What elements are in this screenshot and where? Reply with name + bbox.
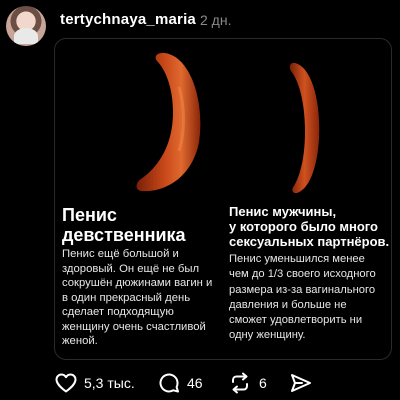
share-button[interactable] bbox=[289, 366, 313, 400]
post-time: 2 дн. bbox=[200, 12, 232, 28]
comment-icon bbox=[159, 373, 179, 393]
heart-icon bbox=[55, 373, 77, 393]
post-actions: 5,3 тыс. 46 6 bbox=[0, 366, 400, 400]
like-button[interactable]: 5,3 тыс. bbox=[54, 366, 135, 400]
right-title: Пенис мужчины, у которого было много сек… bbox=[229, 204, 390, 249]
left-title: Пенис девственника bbox=[62, 205, 186, 245]
comment-button[interactable]: 46 bbox=[157, 366, 203, 400]
share-icon bbox=[291, 374, 311, 392]
left-description: Пенис ещё большой и здоровый. Он ещё не … bbox=[62, 248, 213, 347]
sausage-large-image bbox=[136, 52, 201, 192]
sausage-thin-image bbox=[289, 62, 320, 194]
repost-icon bbox=[232, 372, 248, 394]
right-description: Пенис уменьшился менее чем до 1/3 своего… bbox=[229, 253, 376, 342]
username[interactable]: tertychnaya_maria bbox=[60, 11, 196, 28]
comments-count: 46 bbox=[187, 375, 203, 391]
repost-button[interactable]: 6 bbox=[227, 366, 267, 400]
reposts-count: 6 bbox=[259, 375, 267, 391]
likes-count: 5,3 тыс. bbox=[84, 375, 135, 391]
avatar[interactable] bbox=[6, 6, 46, 46]
